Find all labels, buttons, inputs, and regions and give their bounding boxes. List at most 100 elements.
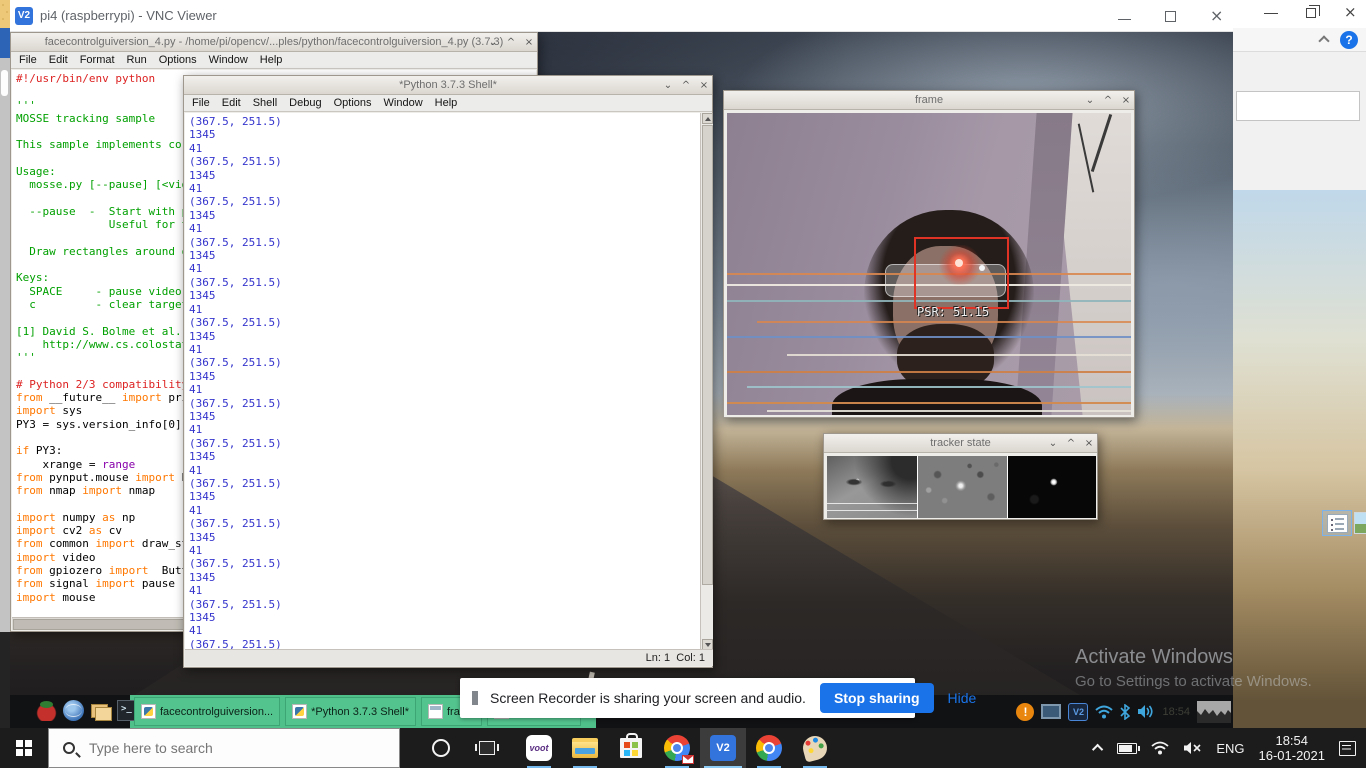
wifi-icon[interactable] — [1095, 705, 1113, 719]
menu-window[interactable]: Window — [378, 97, 429, 109]
stop-sharing-button[interactable]: Stop sharing — [820, 683, 934, 713]
host-background-window: × ? — [1233, 0, 1366, 728]
minimize-icon[interactable] — [1264, 6, 1278, 14]
recorder-message: Screen Recorder is sharing your screen a… — [490, 690, 806, 706]
taskbar-button--python-3-7-3-shell-[interactable]: *Python 3.7.3 Shell* — [285, 697, 416, 726]
search-input[interactable] — [87, 739, 367, 757]
maximize-icon[interactable]: ^ — [1103, 96, 1113, 106]
vnc-titlebar[interactable]: V2 pi4 (raspberrypi) - VNC Viewer × — [10, 0, 1233, 32]
menu-format[interactable]: Format — [74, 54, 121, 66]
menu-file[interactable]: File — [13, 54, 43, 66]
raspberry-menu-icon[interactable] — [36, 700, 57, 721]
menu-file[interactable]: File — [186, 97, 216, 109]
screen: × ? V2 pi4 (raspberrypi) - VNC Viewer × — [0, 0, 1366, 768]
browser-icon[interactable] — [63, 700, 84, 721]
action-center-icon[interactable] — [1339, 741, 1356, 756]
taskbar-icon-explorer[interactable] — [562, 728, 608, 768]
editor-title: facecontrolguiversion_4.py - /home/pi/op… — [45, 36, 504, 48]
background-window-titlebar[interactable]: × — [1233, 0, 1366, 28]
screen-recorder-bar: Screen Recorder is sharing your screen a… — [460, 678, 915, 718]
menu-shell[interactable]: Shell — [247, 97, 283, 109]
python-icon — [141, 704, 156, 719]
editor-titlebar[interactable]: facecontrolguiversion_4.py - /home/pi/op… — [11, 33, 537, 52]
shell-scrollbar[interactable] — [700, 113, 713, 650]
background-window-input[interactable] — [1236, 91, 1360, 121]
menu-help[interactable]: Help — [254, 54, 289, 66]
shade-icon[interactable]: ⌄ — [1085, 96, 1095, 106]
taskbar-icon-chrome[interactable] — [746, 728, 792, 768]
shell-menubar: FileEditShellDebugOptionsWindowHelp — [184, 95, 712, 112]
tracker-title: tracker state — [930, 437, 991, 449]
pi-clock: 18:54 — [1162, 706, 1190, 718]
minimize-icon[interactable] — [1118, 12, 1131, 20]
scroll-up-icon[interactable] — [702, 113, 713, 124]
language-indicator[interactable]: ENG — [1216, 741, 1244, 756]
scanline — [727, 371, 1131, 373]
frame-window: frame ⌄ ^ × — [723, 90, 1135, 418]
wifi-icon[interactable] — [1151, 741, 1169, 755]
menu-debug[interactable]: Debug — [283, 97, 327, 109]
bluetooth-icon[interactable] — [1120, 704, 1130, 720]
maximize-icon[interactable]: ^ — [506, 38, 516, 48]
task-view-button[interactable] — [464, 728, 510, 768]
cortana-button[interactable] — [418, 728, 464, 768]
taskbar-icon-store[interactable] — [608, 728, 654, 768]
volume-muted-icon[interactable] — [1183, 741, 1202, 755]
volume-icon[interactable] — [1137, 704, 1155, 719]
close-icon[interactable]: × — [1084, 439, 1094, 449]
menu-help[interactable]: Help — [429, 97, 464, 109]
tracker-titlebar[interactable]: tracker state ⌄ ^ × — [824, 434, 1097, 453]
maximize-icon[interactable]: ^ — [1066, 439, 1076, 449]
maximize-icon[interactable]: ^ — [681, 81, 691, 91]
menu-options[interactable]: Options — [328, 97, 378, 109]
taskbar-button-facecontrolguiversion-[interactable]: facecontrolguiversion... — [134, 697, 280, 726]
close-icon[interactable]: × — [699, 81, 709, 91]
scanline — [747, 386, 1131, 388]
desktop-icon-notes[interactable] — [1322, 510, 1352, 536]
taskbar-icon-paint[interactable] — [792, 728, 838, 768]
taskbar-icon-voot[interactable]: voot — [516, 728, 562, 768]
close-icon[interactable]: × — [1121, 96, 1131, 106]
scrollbar-thumb[interactable] — [702, 125, 713, 585]
close-icon[interactable]: × — [1344, 6, 1358, 20]
shell-output-lines: (367.5, 251.5)134541(367.5, 251.5)134541… — [189, 115, 282, 650]
shell-title: *Python 3.7.3 Shell* — [399, 79, 497, 91]
menu-edit[interactable]: Edit — [216, 97, 247, 109]
taskbar-icon-gmail-chrome[interactable] — [654, 728, 700, 768]
display-icon[interactable] — [1041, 704, 1061, 719]
battery-icon[interactable] — [1117, 743, 1137, 754]
warning-icon[interactable]: ! — [1016, 703, 1034, 721]
frame-titlebar[interactable]: frame ⌄ ^ × — [724, 91, 1134, 110]
menu-edit[interactable]: Edit — [43, 54, 74, 66]
help-icon[interactable]: ? — [1340, 31, 1358, 49]
frame-title: frame — [915, 94, 943, 106]
menu-run[interactable]: Run — [121, 54, 153, 66]
sticky-note-edge — [0, 0, 10, 28]
shade-icon[interactable]: ⌄ — [1048, 439, 1058, 449]
start-button[interactable] — [0, 728, 48, 768]
taskbar-clock[interactable]: 18:54 16-01-2021 — [1259, 733, 1326, 763]
background-window-toolbar: ? — [1233, 28, 1366, 52]
close-icon[interactable]: × — [1210, 10, 1223, 23]
maximize-icon[interactable] — [1165, 11, 1176, 22]
taskbar-search[interactable] — [48, 728, 400, 768]
desktop-icon-picture[interactable] — [1354, 512, 1366, 534]
restore-icon[interactable] — [1306, 8, 1316, 18]
hide-link[interactable]: Hide — [948, 690, 977, 706]
menu-options[interactable]: Options — [153, 54, 203, 66]
tray-chevron-icon[interactable] — [1092, 744, 1103, 755]
file-manager-icon[interactable] — [90, 700, 111, 721]
shell-output[interactable]: (367.5, 251.5)134541(367.5, 251.5)134541… — [185, 113, 713, 650]
shell-titlebar[interactable]: *Python 3.7.3 Shell* ⌄ ^ × — [184, 76, 712, 95]
vnc-tray-icon[interactable]: V2 — [1068, 703, 1088, 721]
chevron-up-icon[interactable] — [1318, 35, 1329, 46]
windows-taskbar: voot V2 — [0, 728, 1366, 768]
tracker-filter-image — [918, 456, 1008, 518]
menu-window[interactable]: Window — [203, 54, 254, 66]
close-icon[interactable]: × — [524, 38, 534, 48]
shade-icon[interactable]: ⌄ — [663, 81, 673, 91]
shade-icon[interactable]: ⌄ — [488, 38, 498, 48]
taskbar-icon-vnc-viewer[interactable]: V2 — [700, 728, 746, 768]
tracker-template-image — [827, 456, 917, 518]
webcam-feed: PSR: 51.15 — [727, 113, 1131, 415]
